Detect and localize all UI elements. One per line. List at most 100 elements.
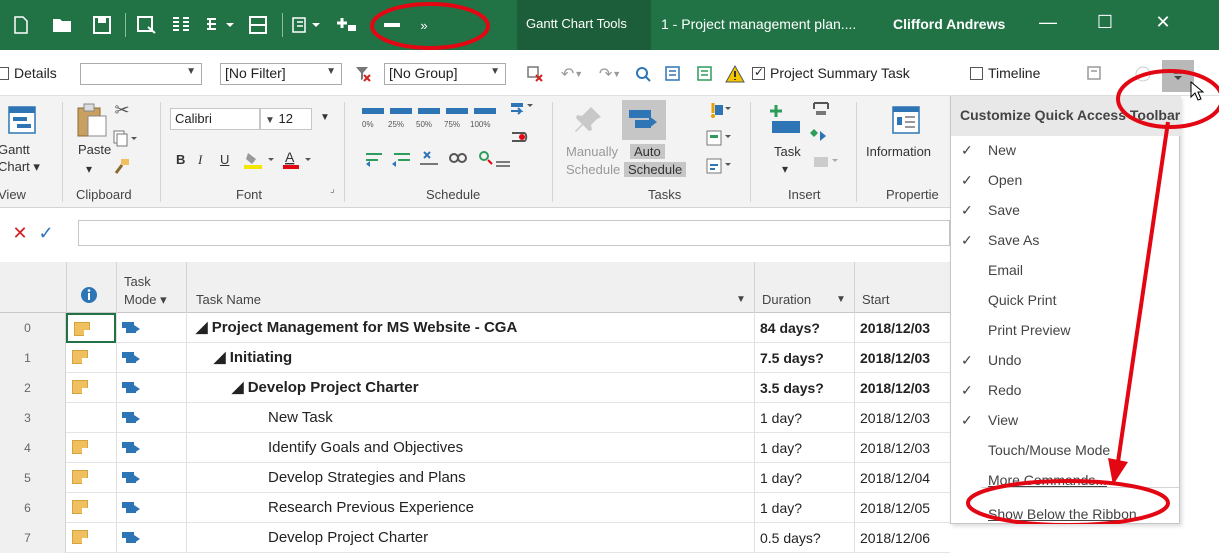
row-id[interactable]: 3 bbox=[0, 403, 66, 433]
copy-icon[interactable] bbox=[110, 128, 140, 148]
start-cell[interactable]: 2018/12/03 bbox=[860, 403, 946, 433]
gantt-chart-button-line1[interactable]: Gantt bbox=[0, 142, 30, 157]
insert-task-button-label[interactable]: Task bbox=[774, 144, 801, 159]
inspect-icon[interactable] bbox=[704, 100, 734, 122]
note-icon[interactable] bbox=[72, 470, 88, 484]
menu-item-print-preview[interactable]: Print Preview bbox=[951, 316, 1181, 346]
milestone-icon[interactable] bbox=[808, 124, 834, 146]
help-circle-icon[interactable] bbox=[1132, 64, 1154, 84]
menu-item-touch-mouse-mode[interactable]: Touch/Mouse Mode bbox=[951, 436, 1181, 466]
project-summary-check-box[interactable] bbox=[752, 65, 765, 80]
highlight-color-icon[interactable] bbox=[240, 148, 280, 170]
start-cell[interactable]: 2018/12/03 bbox=[860, 343, 946, 373]
table-row[interactable]: 0 ◢ Project Management for MS Website - C… bbox=[0, 313, 950, 343]
redo-icon[interactable]: ↷ ▼ bbox=[592, 64, 628, 84]
start-cell[interactable]: 2018/12/04 bbox=[860, 463, 946, 493]
details-checkbox[interactable]: Details bbox=[0, 62, 57, 84]
save-icon[interactable] bbox=[90, 13, 114, 37]
add-task-icon[interactable] bbox=[334, 13, 360, 37]
note-icon[interactable] bbox=[72, 380, 88, 394]
task-mode-header-line2[interactable]: Mode ▾ bbox=[124, 292, 167, 308]
task-name-cell[interactable]: New Task bbox=[268, 403, 333, 433]
chevron-down-icon[interactable]: ▾ bbox=[782, 162, 788, 176]
indent-link-buttons[interactable] bbox=[362, 146, 512, 170]
chevron-down-icon[interactable]: ▾ bbox=[86, 162, 92, 176]
entire-project-icon[interactable] bbox=[662, 64, 684, 84]
task-name-cell[interactable]: Identify Goals and Objectives bbox=[268, 433, 463, 463]
close-button[interactable]: ✕ bbox=[1148, 12, 1178, 33]
underline-button[interactable]: U bbox=[220, 152, 229, 167]
manually-schedule-line1[interactable]: Manually bbox=[566, 144, 618, 159]
duration-cell[interactable]: 1 day? bbox=[760, 493, 802, 523]
clear-filter-icon[interactable] bbox=[352, 64, 374, 84]
gantt-chart-button-line2[interactable]: Chart ▾ bbox=[0, 159, 40, 175]
outline-icon[interactable] bbox=[694, 64, 716, 84]
start-cell[interactable]: 2018/12/03 bbox=[860, 313, 946, 343]
project-summary-task-checkbox[interactable]: Project Summary Task bbox=[752, 62, 910, 84]
auto-schedule-line1[interactable]: Auto bbox=[630, 144, 665, 159]
italic-button[interactable]: I bbox=[198, 152, 202, 168]
chevron-down-icon[interactable]: ▼ bbox=[836, 294, 846, 305]
auto-schedule-icon[interactable] bbox=[622, 100, 666, 140]
mark-on-track-icon[interactable] bbox=[506, 100, 536, 122]
details-combo[interactable]: ▼ bbox=[80, 63, 202, 85]
chevron-down-icon[interactable]: ▼ bbox=[320, 112, 330, 123]
row-id[interactable]: 5 bbox=[0, 463, 66, 493]
new-icon[interactable] bbox=[10, 13, 32, 37]
percent-75[interactable]: 75% bbox=[444, 120, 460, 129]
details-check-box[interactable] bbox=[0, 66, 9, 80]
table-row[interactable]: 7 Develop Project Charter 0.5 days? 2018/12… bbox=[0, 523, 950, 553]
font-size-combo[interactable]: ▼ 12 bbox=[260, 108, 312, 130]
print-preview-icon[interactable] bbox=[168, 13, 194, 37]
enter-entry-icon[interactable]: ✓ bbox=[36, 223, 56, 243]
duration-cell[interactable]: 0.5 days? bbox=[760, 523, 821, 553]
group-combo[interactable]: [No Group] ▼ bbox=[384, 63, 506, 85]
font-family-combo[interactable]: Calibri bbox=[170, 108, 260, 130]
insert-task-icon[interactable] bbox=[766, 100, 806, 140]
paste-button-label[interactable]: Paste bbox=[78, 142, 111, 157]
start-cell[interactable]: 2018/12/03 bbox=[860, 373, 946, 403]
note-icon[interactable] bbox=[72, 500, 88, 514]
start-header[interactable]: Start bbox=[862, 292, 889, 307]
menu-item-quick-print[interactable]: Quick Print bbox=[951, 286, 1181, 316]
bold-button[interactable]: B bbox=[176, 152, 185, 167]
font-color-icon[interactable]: A bbox=[280, 148, 316, 170]
minimize-button[interactable]: — bbox=[1033, 12, 1063, 33]
percent-0[interactable]: 0% bbox=[362, 120, 374, 129]
manually-schedule-line2[interactable]: Schedule bbox=[566, 162, 620, 177]
start-cell[interactable]: 2018/12/06 bbox=[860, 523, 946, 553]
row-id[interactable]: 1 bbox=[0, 343, 66, 373]
information-button-label[interactable]: Information bbox=[866, 144, 931, 159]
table-icon[interactable] bbox=[246, 13, 270, 37]
menu-item-save-as[interactable]: ✓ Save As bbox=[951, 226, 1181, 256]
deliverable-icon[interactable] bbox=[808, 150, 844, 172]
table-row[interactable]: 3 New Task 1 day? 2018/12/03 bbox=[0, 403, 950, 433]
task-name-cell[interactable]: ◢ Develop Project Charter bbox=[232, 373, 419, 403]
menu-item-open[interactable]: ✓ Open bbox=[951, 166, 1181, 196]
menu-item-save[interactable]: ✓ Save bbox=[951, 196, 1181, 226]
more-controls-icon[interactable]: » bbox=[412, 13, 436, 37]
warning-icon[interactable] bbox=[724, 64, 746, 84]
start-cell[interactable]: 2018/12/05 bbox=[860, 493, 946, 523]
cut-icon[interactable]: ✂ bbox=[110, 100, 134, 120]
duration-cell[interactable]: 3.5 days? bbox=[760, 373, 824, 403]
format-painter-icon[interactable] bbox=[110, 156, 134, 176]
table-row[interactable]: 5 Develop Strategies and Plans 1 day? 2018/… bbox=[0, 463, 950, 493]
row-id[interactable]: 2 bbox=[0, 373, 66, 403]
task-name-cell[interactable]: ◢ Initiating bbox=[214, 343, 292, 373]
task-name-cell[interactable]: Research Previous Experience bbox=[268, 493, 474, 523]
info-column-icon[interactable] bbox=[78, 284, 100, 306]
open-icon[interactable] bbox=[50, 13, 76, 37]
clear-group-icon[interactable] bbox=[524, 64, 546, 84]
gantt-chart-icon[interactable] bbox=[2, 102, 42, 138]
duration-cell[interactable]: 1 day? bbox=[760, 463, 802, 493]
organizer-icon[interactable] bbox=[290, 13, 324, 37]
menu-item-redo[interactable]: ✓ Redo bbox=[951, 376, 1181, 406]
task-name-cell[interactable]: ◢ Project Management for MS Website - CG… bbox=[196, 313, 517, 343]
row-id[interactable]: 4 bbox=[0, 433, 66, 463]
row-id[interactable]: 7 bbox=[0, 523, 66, 553]
auto-schedule-line2[interactable]: Schedule bbox=[624, 162, 687, 177]
duration-cell[interactable]: 1 day? bbox=[760, 433, 802, 463]
menu-item-view[interactable]: ✓ View bbox=[951, 406, 1181, 436]
menu-item-undo[interactable]: ✓ Undo bbox=[951, 346, 1181, 376]
